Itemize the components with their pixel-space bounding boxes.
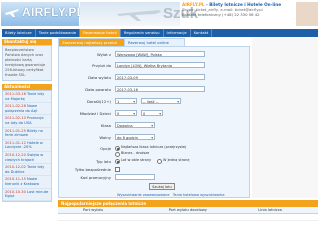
news-date: 2011-01-12 bbox=[5, 140, 26, 145]
return-label: Data powrotu bbox=[85, 87, 111, 92]
infant-select[interactable]: 0 bbox=[141, 110, 163, 117]
logo-text: AIRFLY.PL bbox=[22, 5, 85, 19]
from-label: Wylot z bbox=[96, 52, 111, 57]
roundtrip-radio[interactable] bbox=[115, 159, 120, 164]
option-cheapest-radio[interactable] bbox=[115, 146, 120, 151]
sidebar: Skontaktuj się Bezpieczeństwo Państwa da… bbox=[2, 39, 52, 239]
search-flight-button[interactable]: Szukaj lotu bbox=[149, 183, 175, 190]
option-business-text: Biznes - droższe bbox=[121, 151, 150, 155]
nav-item-hotels[interactable]: Rezerwacje hoteli bbox=[80, 29, 121, 37]
adults-label: Dorośli(12+) bbox=[86, 99, 111, 104]
popular-routes-header-row: Port wylotu Port wylotu docelowy Linia l… bbox=[58, 207, 318, 214]
option-business-radio[interactable] bbox=[115, 152, 120, 157]
news-date: 2010-11-15 bbox=[5, 177, 26, 182]
direct-checkbox[interactable] bbox=[115, 167, 120, 172]
depart-label: Data wylotu bbox=[88, 75, 111, 80]
news-item[interactable]: 2011-01-25 Bilety na ferie zimowe bbox=[3, 128, 51, 140]
youth-select[interactable]: 0 bbox=[115, 110, 137, 117]
nav-item-terms[interactable]: Regulamin serwisu bbox=[121, 29, 164, 37]
news-date: 2010-12-02 bbox=[5, 165, 26, 170]
depart-date-input[interactable]: 2017-03-09 bbox=[115, 74, 205, 80]
news-item[interactable]: 2011-02-28 Nowe połączenia do Azji bbox=[3, 103, 51, 116]
news-item[interactable]: 2011-01-12 Hotele w Londynie -20% bbox=[3, 140, 51, 152]
trip-type-label: Typ lotu bbox=[96, 159, 111, 164]
nav-item-flights[interactable]: Bilety lotnicze bbox=[2, 29, 36, 37]
hotel-search-link[interactable]: Tania hotelowa wyszukiwarka bbox=[173, 193, 225, 197]
extra-count-select[interactable]: -- ilość -- bbox=[141, 98, 181, 105]
news-date: 2011-01-25 bbox=[5, 128, 26, 133]
advanced-links: Wyszukiwanie zaawansowane Tania hotelowa… bbox=[117, 193, 225, 197]
news-item[interactable]: 2011-02-10 Promocja na loty do USA bbox=[3, 115, 51, 128]
flight-search-form: Wylot z Warszawa [WAW], Polska Przylot d… bbox=[58, 46, 250, 198]
main-nav: Bilety lotnicze Tanie podróżowanie Rezer… bbox=[2, 29, 318, 37]
news-item[interactable]: 2010-12-02 Tanie loty do Dublina bbox=[3, 164, 51, 177]
advanced-search-link[interactable]: Wyszukiwanie zaawansowane bbox=[117, 193, 170, 197]
agent-avatar bbox=[296, 2, 318, 26]
search-tabs: Zarezerwuj najtańszy przelot Rezerwuj ho… bbox=[58, 38, 248, 47]
options-label: Opcje bbox=[100, 146, 111, 151]
news-item[interactable]: 2011-03-16 Tanie loty na Majorkę bbox=[3, 91, 51, 104]
news-date: 2010-10-30 bbox=[5, 189, 26, 194]
flex-label: Wolny bbox=[99, 135, 111, 140]
col-origin: Port wylotu bbox=[83, 208, 104, 212]
to-label: Przylot do bbox=[92, 63, 111, 68]
contact-info: AIRFLY.PL - Bilety lotnicze i Hotele On-… bbox=[182, 2, 292, 26]
news-list: 2011-03-16 Tanie loty na Majorkę 2011-02… bbox=[2, 90, 52, 202]
news-item[interactable]: 2010-11-15 Nowe kierunki z Krakowa bbox=[3, 176, 51, 189]
col-airline: Linia lotnicza bbox=[258, 208, 282, 212]
nav-item-contact[interactable]: Kontakt bbox=[191, 29, 213, 37]
contact-line-3: Kontakt telefoniczny (+48) 22 330 56 42 bbox=[182, 12, 260, 17]
promo-code-label: Kod promocyjny bbox=[80, 175, 111, 180]
news-item[interactable]: 2010-12-20 Święta w ciepłych krajach bbox=[3, 152, 51, 165]
news-item[interactable]: 2010-10-30 Last minute Egipt bbox=[3, 189, 51, 201]
flex-select[interactable]: do 8 godzin bbox=[115, 134, 155, 141]
right-column bbox=[252, 38, 318, 198]
oneway-text: W jedną stronę bbox=[163, 158, 190, 162]
table-row bbox=[58, 214, 318, 221]
news-date: 2011-02-28 bbox=[5, 104, 26, 109]
youth-label: Młodzież i Dzieci bbox=[79, 111, 111, 116]
news-date: 2011-02-10 bbox=[5, 116, 26, 121]
direct-label: Tylko bezpośrednie bbox=[74, 167, 111, 172]
class-select[interactable]: Dowolna bbox=[115, 122, 155, 129]
news-date: 2011-03-16 bbox=[5, 92, 26, 96]
airplane-logo-icon bbox=[5, 9, 19, 17]
oneway-radio[interactable] bbox=[157, 159, 162, 164]
from-input[interactable]: Warszawa [WAW], Polska bbox=[115, 51, 205, 57]
nav-item-info[interactable]: Informacje bbox=[164, 29, 191, 37]
popular-routes-heading: Najpopularniejsze połączenia lotnicze bbox=[58, 200, 318, 207]
header: AIRFLY.PL Szuk AIRFLY.PL - Bilety lotnic… bbox=[0, 0, 320, 28]
nav-item-cheap-travel[interactable]: Tanie podróżowanie bbox=[36, 29, 81, 37]
to-input[interactable]: Londyn [LON], Wielka Brytania bbox=[115, 62, 205, 68]
class-label: Klasa bbox=[100, 123, 111, 128]
sidebar-intro-text: Bezpieczeństwo Państwa danych oraz płatn… bbox=[5, 48, 46, 77]
news-date: 2010-12-20 bbox=[5, 152, 26, 157]
sidebar-intro-box: Bezpieczeństwo Państwa danych oraz płatn… bbox=[2, 45, 52, 81]
hero-airplane-icon bbox=[117, 10, 161, 21]
popular-routes: Najpopularniejsze połączenia lotnicze Po… bbox=[58, 200, 318, 240]
return-date-input[interactable]: 2017-03-16 bbox=[115, 86, 205, 92]
option-cheapest-text: Najtańsza klasa lotnicza (przejrzyste) bbox=[121, 145, 187, 149]
col-destination: Port wylotu docelowy bbox=[168, 208, 207, 212]
adults-select[interactable]: 1 bbox=[115, 98, 137, 105]
promo-code-input[interactable] bbox=[115, 174, 155, 180]
roundtrip-text: Lot w obie strony bbox=[121, 158, 152, 162]
